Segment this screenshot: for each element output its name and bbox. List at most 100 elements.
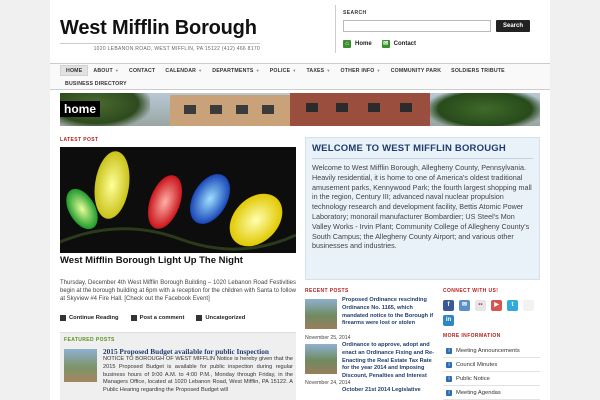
youtube-icon[interactable]: ▶ bbox=[491, 300, 502, 311]
linkedin-icon[interactable]: in bbox=[443, 315, 454, 326]
latest-post-title[interactable]: West Mifflin Borough Light Up The Night bbox=[60, 255, 243, 266]
featured-posts: FEATURED POSTS 2015 Proposed Budget avai… bbox=[60, 332, 296, 400]
featured-posts-label: FEATURED POSTS bbox=[64, 337, 115, 343]
nav-item-calendar[interactable]: CALENDAR ▼ bbox=[160, 65, 207, 76]
chevron-down-icon: ▼ bbox=[326, 68, 331, 73]
nav-item-label: ABOUT bbox=[93, 67, 113, 74]
recent-post-title[interactable]: Proposed Ordinance rescinding Ordinance … bbox=[342, 297, 438, 328]
info-icon: i bbox=[446, 389, 452, 396]
nav-item-label: CALENDAR bbox=[165, 67, 197, 74]
arrow-right-icon bbox=[60, 315, 66, 321]
continue-reading-link[interactable]: Continue Reading bbox=[60, 315, 119, 321]
search-button[interactable]: Search bbox=[496, 20, 530, 32]
category-link[interactable]: Uncategorized bbox=[196, 315, 245, 321]
nav-item-police[interactable]: POLICE ▼ bbox=[265, 65, 302, 76]
recent-post-date: November 25, 2014 bbox=[305, 335, 351, 341]
info-link-label: Public Notice bbox=[456, 375, 490, 382]
flickr-icon[interactable]: •• bbox=[475, 300, 486, 311]
info-link[interactable]: i Meeting Announcements bbox=[443, 344, 540, 358]
home-link[interactable]: ⌂ Home bbox=[343, 40, 372, 48]
nav-item-label: CONTACT bbox=[129, 67, 156, 74]
comment-icon bbox=[130, 315, 137, 321]
featured-post-thumbnail[interactable] bbox=[64, 349, 97, 382]
quick-links: ⌂ Home ✉ Contact bbox=[343, 40, 547, 48]
latest-post-excerpt: Thursday, December 4th West Mifflin Boro… bbox=[60, 280, 296, 302]
info-icon: i bbox=[446, 375, 452, 382]
facebook-icon[interactable]: f bbox=[443, 300, 454, 311]
featured-post-title[interactable]: 2015 Proposed Budget available for publi… bbox=[103, 347, 269, 356]
recent-post-thumbnail[interactable] bbox=[305, 299, 337, 329]
site-title[interactable]: West Mifflin Borough bbox=[60, 17, 257, 40]
recent-post-date: November 24, 2014 bbox=[305, 380, 351, 386]
nav-item-soldiers-tribute[interactable]: SOLDIERS TRIBUTE bbox=[446, 65, 510, 76]
recent-posts-list: Proposed Ordinance rescinding Ordinance … bbox=[305, 297, 438, 400]
welcome-text: Welcome to West Mifflin Borough, Alleghe… bbox=[312, 163, 532, 251]
nav-item-label: POLICE bbox=[269, 67, 291, 74]
connect-label: CONNECT WITH US! bbox=[443, 288, 499, 294]
header-banner: home bbox=[60, 93, 540, 126]
info-link-label: Meeting Agendas bbox=[456, 389, 501, 396]
rss-icon[interactable] bbox=[523, 300, 534, 311]
home-icon: ⌂ bbox=[343, 40, 351, 48]
latest-post-meta: Continue Reading Post a comment Uncatego… bbox=[60, 315, 257, 321]
nav-item-label: BUSINESS DIRECTORY bbox=[65, 80, 127, 87]
nav-item-label: SOLDIERS TRIBUTE bbox=[451, 67, 505, 74]
email-icon[interactable]: ✉ bbox=[459, 300, 470, 311]
nav-item-label: TAXES bbox=[306, 67, 325, 74]
nav-item-label: OTHER INFO bbox=[340, 67, 375, 74]
contact-link-label: Contact bbox=[393, 41, 417, 47]
nav-item-label: DEPARTMENTS bbox=[212, 67, 254, 74]
nav-item-about[interactable]: ABOUT ▼ bbox=[88, 65, 124, 76]
envelope-icon: ✉ bbox=[381, 40, 390, 48]
home-link-label: Home bbox=[355, 41, 372, 47]
nav-item-home[interactable]: HOME bbox=[60, 65, 89, 76]
continue-reading-label: Continue Reading bbox=[69, 315, 119, 321]
nav-item-taxes[interactable]: TAXES ▼ bbox=[301, 65, 335, 76]
chevron-down-icon: ▼ bbox=[292, 68, 297, 73]
info-link-label: Council Minutes bbox=[456, 361, 498, 368]
search-input[interactable] bbox=[343, 20, 491, 32]
latest-post-image[interactable] bbox=[60, 147, 296, 253]
search-label: SEARCH bbox=[343, 10, 367, 16]
page: West Mifflin Borough 1020 LEBANON ROAD, … bbox=[50, 0, 550, 400]
chevron-down-icon: ▼ bbox=[198, 68, 203, 73]
chevron-down-icon: ▼ bbox=[255, 68, 260, 73]
category-icon bbox=[196, 315, 203, 321]
info-icon: i bbox=[446, 347, 452, 354]
list-item: Ordinance to approve, adopt and enact an… bbox=[305, 342, 438, 387]
info-link-label: Meeting Announcements bbox=[456, 347, 520, 354]
info-icon: i bbox=[446, 361, 452, 368]
recent-posts-label: RECENT POSTS bbox=[305, 288, 349, 294]
site-address: 1020 LEBANON ROAD, WEST MIFFLIN, PA 1512… bbox=[60, 43, 260, 53]
info-link[interactable]: i Council Minutes bbox=[443, 358, 540, 372]
post-comment-label: Post a comment bbox=[139, 315, 185, 321]
list-item: Proposed Ordinance rescinding Ordinance … bbox=[305, 297, 438, 342]
chevron-down-icon: ▼ bbox=[114, 68, 119, 73]
welcome-box: WELCOME TO WEST MIFFLIN BOROUGH Welcome … bbox=[305, 137, 540, 280]
more-information-label: MORE INFORMATION bbox=[443, 333, 501, 339]
category-label: Uncategorized bbox=[205, 315, 246, 321]
twitter-icon[interactable]: t bbox=[507, 300, 518, 311]
list-item: October 21st 2014 Legislative bbox=[305, 387, 438, 400]
main-nav: HOME ABOUT ▼ CONTACT CALENDAR ▼ DEPARTMENTS ▼ PO… bbox=[50, 63, 550, 90]
welcome-title: WELCOME TO WEST MIFFLIN BOROUGH bbox=[312, 143, 533, 159]
contact-link[interactable]: ✉ Contact bbox=[381, 40, 417, 48]
latest-post-label: LATEST POST bbox=[60, 137, 99, 143]
nav-item-label: COMMUNITY PARK bbox=[390, 67, 442, 74]
info-link[interactable]: i Meeting Agendas bbox=[443, 386, 540, 400]
info-link[interactable]: i Public Notice bbox=[443, 372, 540, 386]
recent-post-title[interactable]: Ordinance to approve, adopt and enact an… bbox=[342, 342, 438, 381]
chevron-down-icon: ▼ bbox=[376, 68, 381, 73]
social-icons: f ✉ •• ▶ t in bbox=[443, 300, 540, 330]
nav-item-departments[interactable]: DEPARTMENTS ▼ bbox=[207, 65, 264, 76]
nav-item-contact[interactable]: CONTACT bbox=[124, 65, 160, 76]
featured-post-text: NOTICE TO BOROUGH OF WEST MIFFLIN Notice… bbox=[103, 356, 293, 394]
post-comment-link[interactable]: Post a comment bbox=[130, 315, 185, 321]
recent-post-title[interactable]: October 21st 2014 Legislative bbox=[342, 387, 438, 395]
search-panel: SEARCH Search ⌂ Home ✉ Contact bbox=[335, 5, 547, 53]
nav-item-other-info[interactable]: OTHER INFO ▼ bbox=[336, 65, 386, 76]
more-information-list: i Meeting Announcements i Council Minutes i P… bbox=[443, 344, 540, 400]
nav-item-business-directory[interactable]: BUSINESS DIRECTORY bbox=[60, 78, 132, 89]
nav-item-community-park[interactable]: COMMUNITY PARK bbox=[386, 65, 446, 76]
recent-post-thumbnail[interactable] bbox=[305, 344, 337, 374]
